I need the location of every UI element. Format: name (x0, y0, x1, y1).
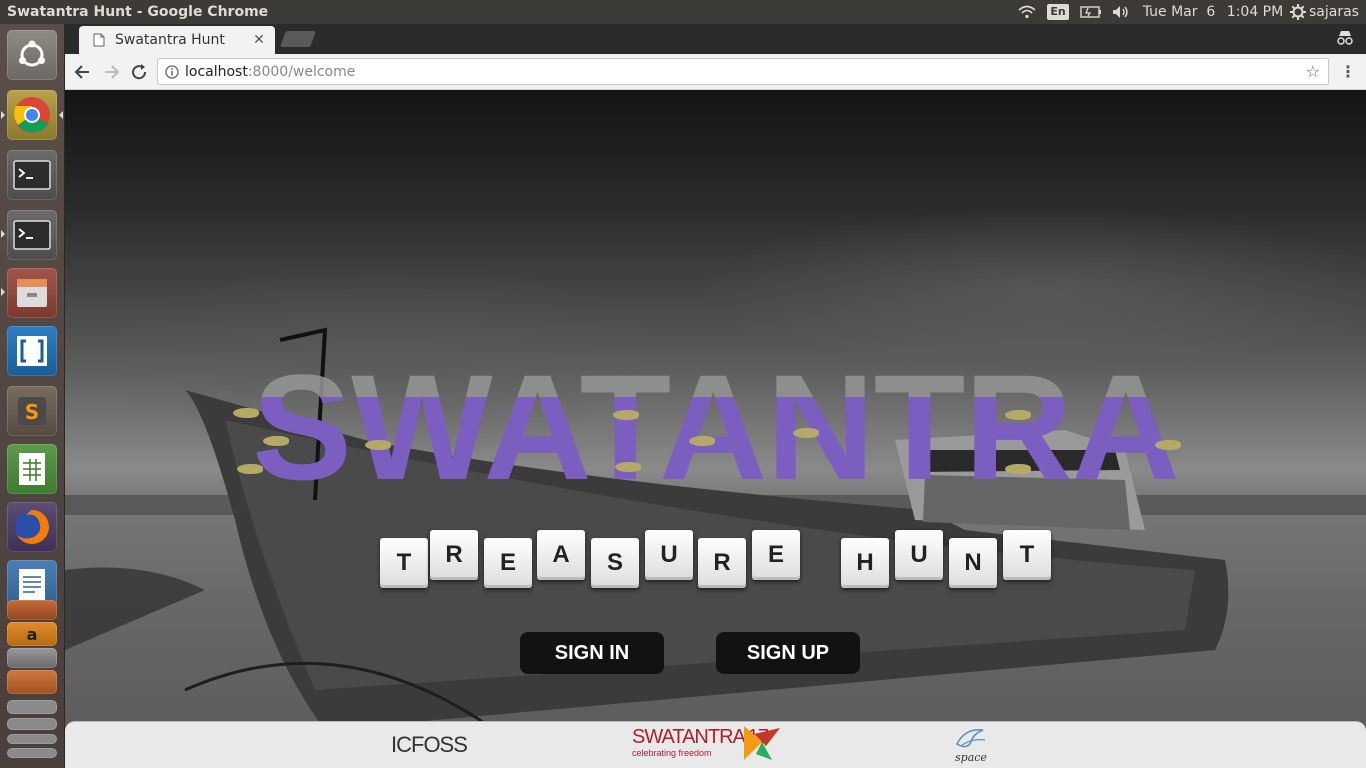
fish-decoration (1155, 440, 1181, 450)
impress-icon[interactable] (7, 600, 57, 620)
icfoss-logo-text: ICFOSS (391, 732, 468, 757)
date-label[interactable]: Tue Mar 6 (1136, 0, 1222, 24)
launcher: S a (0, 24, 65, 768)
amazon-icon[interactable]: a (7, 622, 57, 646)
letter-tile: T (380, 538, 428, 588)
window-title: Swatantra Hunt - Google Chrome (7, 4, 269, 20)
letter-tile: N (949, 538, 997, 588)
letter-tile: R (430, 530, 478, 580)
reload-icon[interactable] (129, 62, 149, 86)
welcome-page: SWATANTRA T R E A S U R E H U N T SIGN I… (65, 90, 1366, 768)
sublime-text-icon[interactable]: S (7, 386, 57, 436)
keyboard-layout-label: En (1047, 4, 1069, 20)
swatantra17-flag-icon (744, 726, 780, 760)
volume-icon[interactable] (1106, 0, 1136, 24)
letter-tile: E (484, 538, 532, 588)
stacked-launcher-icon[interactable] (7, 718, 57, 730)
svg-text:S: S (25, 400, 39, 424)
letter-tile: E (752, 530, 800, 580)
space-logo-text: space (955, 751, 987, 764)
icfoss-logo: ICFOSS (391, 732, 468, 758)
page-icon (93, 33, 107, 47)
firefox-icon[interactable] (7, 502, 57, 552)
terminal-icon[interactable] (7, 210, 57, 260)
hero-title: SWATANTRA (65, 352, 1366, 502)
letter-tile: S (591, 538, 639, 588)
forward-icon[interactable] (101, 62, 121, 86)
battery-icon[interactable] (1076, 0, 1106, 24)
stacked-launcher-icon[interactable] (7, 734, 57, 744)
sponsor-footer: ICFOSS SWATANTRA'17 celebrating freedom … (65, 721, 1366, 768)
chrome-icon[interactable] (7, 90, 57, 140)
incognito-icon (1336, 30, 1354, 50)
stacked-launcher-icon[interactable] (7, 748, 57, 758)
brackets-icon[interactable] (7, 326, 57, 376)
url-host: localhost (185, 63, 248, 80)
letter-tile: A (537, 530, 585, 580)
wifi-icon[interactable] (1014, 0, 1040, 24)
tab-strip: Swatantra Hunt ✕ (65, 24, 1366, 54)
spreadsheet-icon[interactable] (7, 444, 57, 494)
fish-decoration (1005, 464, 1031, 474)
tab-swatantra-hunt[interactable]: Swatantra Hunt ✕ (79, 26, 275, 54)
letter-tile: R (698, 538, 746, 588)
fish-decoration (689, 436, 715, 446)
tab-title: Swatantra Hunt (115, 32, 225, 48)
stacked-launcher-icon[interactable] (7, 700, 57, 714)
browser-toolbar: localhost:8000/welcome ☆ ⋮ (65, 54, 1366, 90)
url-rest: :8000/welcome (247, 63, 356, 80)
close-tab-icon[interactable]: ✕ (249, 32, 269, 48)
space-logo: space (951, 724, 991, 768)
back-icon[interactable] (73, 62, 93, 86)
fish-decoration (1005, 410, 1031, 420)
user-name[interactable]: sajaras (1308, 0, 1360, 24)
fish-decoration (233, 408, 259, 418)
chrome-menu-icon[interactable]: ⋮ (1340, 62, 1356, 81)
swatantra17-logo: SWATANTRA'17 celebrating freedom (632, 726, 782, 766)
settings-gear-icon[interactable] (1288, 0, 1308, 24)
fish-decoration (793, 428, 819, 438)
fish-decoration (613, 410, 639, 420)
space-wave-icon (956, 729, 986, 748)
terminal-icon[interactable] (7, 150, 57, 200)
top-panel: Swatantra Hunt - Google Chrome En Tue Ma… (0, 0, 1366, 24)
fish-decoration (365, 440, 391, 450)
fish-decoration (237, 464, 263, 474)
letter-tile: U (895, 530, 943, 580)
settings-app-icon[interactable] (7, 648, 57, 668)
text-editor-icon[interactable] (7, 670, 57, 694)
sign-in-button[interactable]: SIGN IN (520, 632, 664, 674)
ubuntu-dash-icon[interactable] (7, 30, 57, 80)
files-icon[interactable] (7, 268, 57, 318)
info-icon[interactable] (165, 64, 179, 79)
clock-label[interactable]: 1:04 PM (1222, 0, 1288, 24)
address-bar[interactable]: localhost:8000/welcome ☆ (157, 58, 1329, 85)
treasure-hunt-tiles: T R E A S U R E H U N T (65, 530, 1366, 590)
bookmark-star-icon[interactable]: ☆ (1306, 62, 1320, 81)
letter-tile: H (841, 538, 889, 588)
letter-tile: T (1003, 530, 1051, 580)
new-tab-button[interactable] (280, 31, 316, 47)
letter-tile: U (645, 530, 693, 580)
sign-up-button[interactable]: SIGN UP (716, 632, 860, 674)
keyboard-layout-indicator[interactable]: En (1040, 0, 1076, 24)
fish-decoration (263, 436, 289, 446)
fish-decoration (615, 462, 641, 472)
